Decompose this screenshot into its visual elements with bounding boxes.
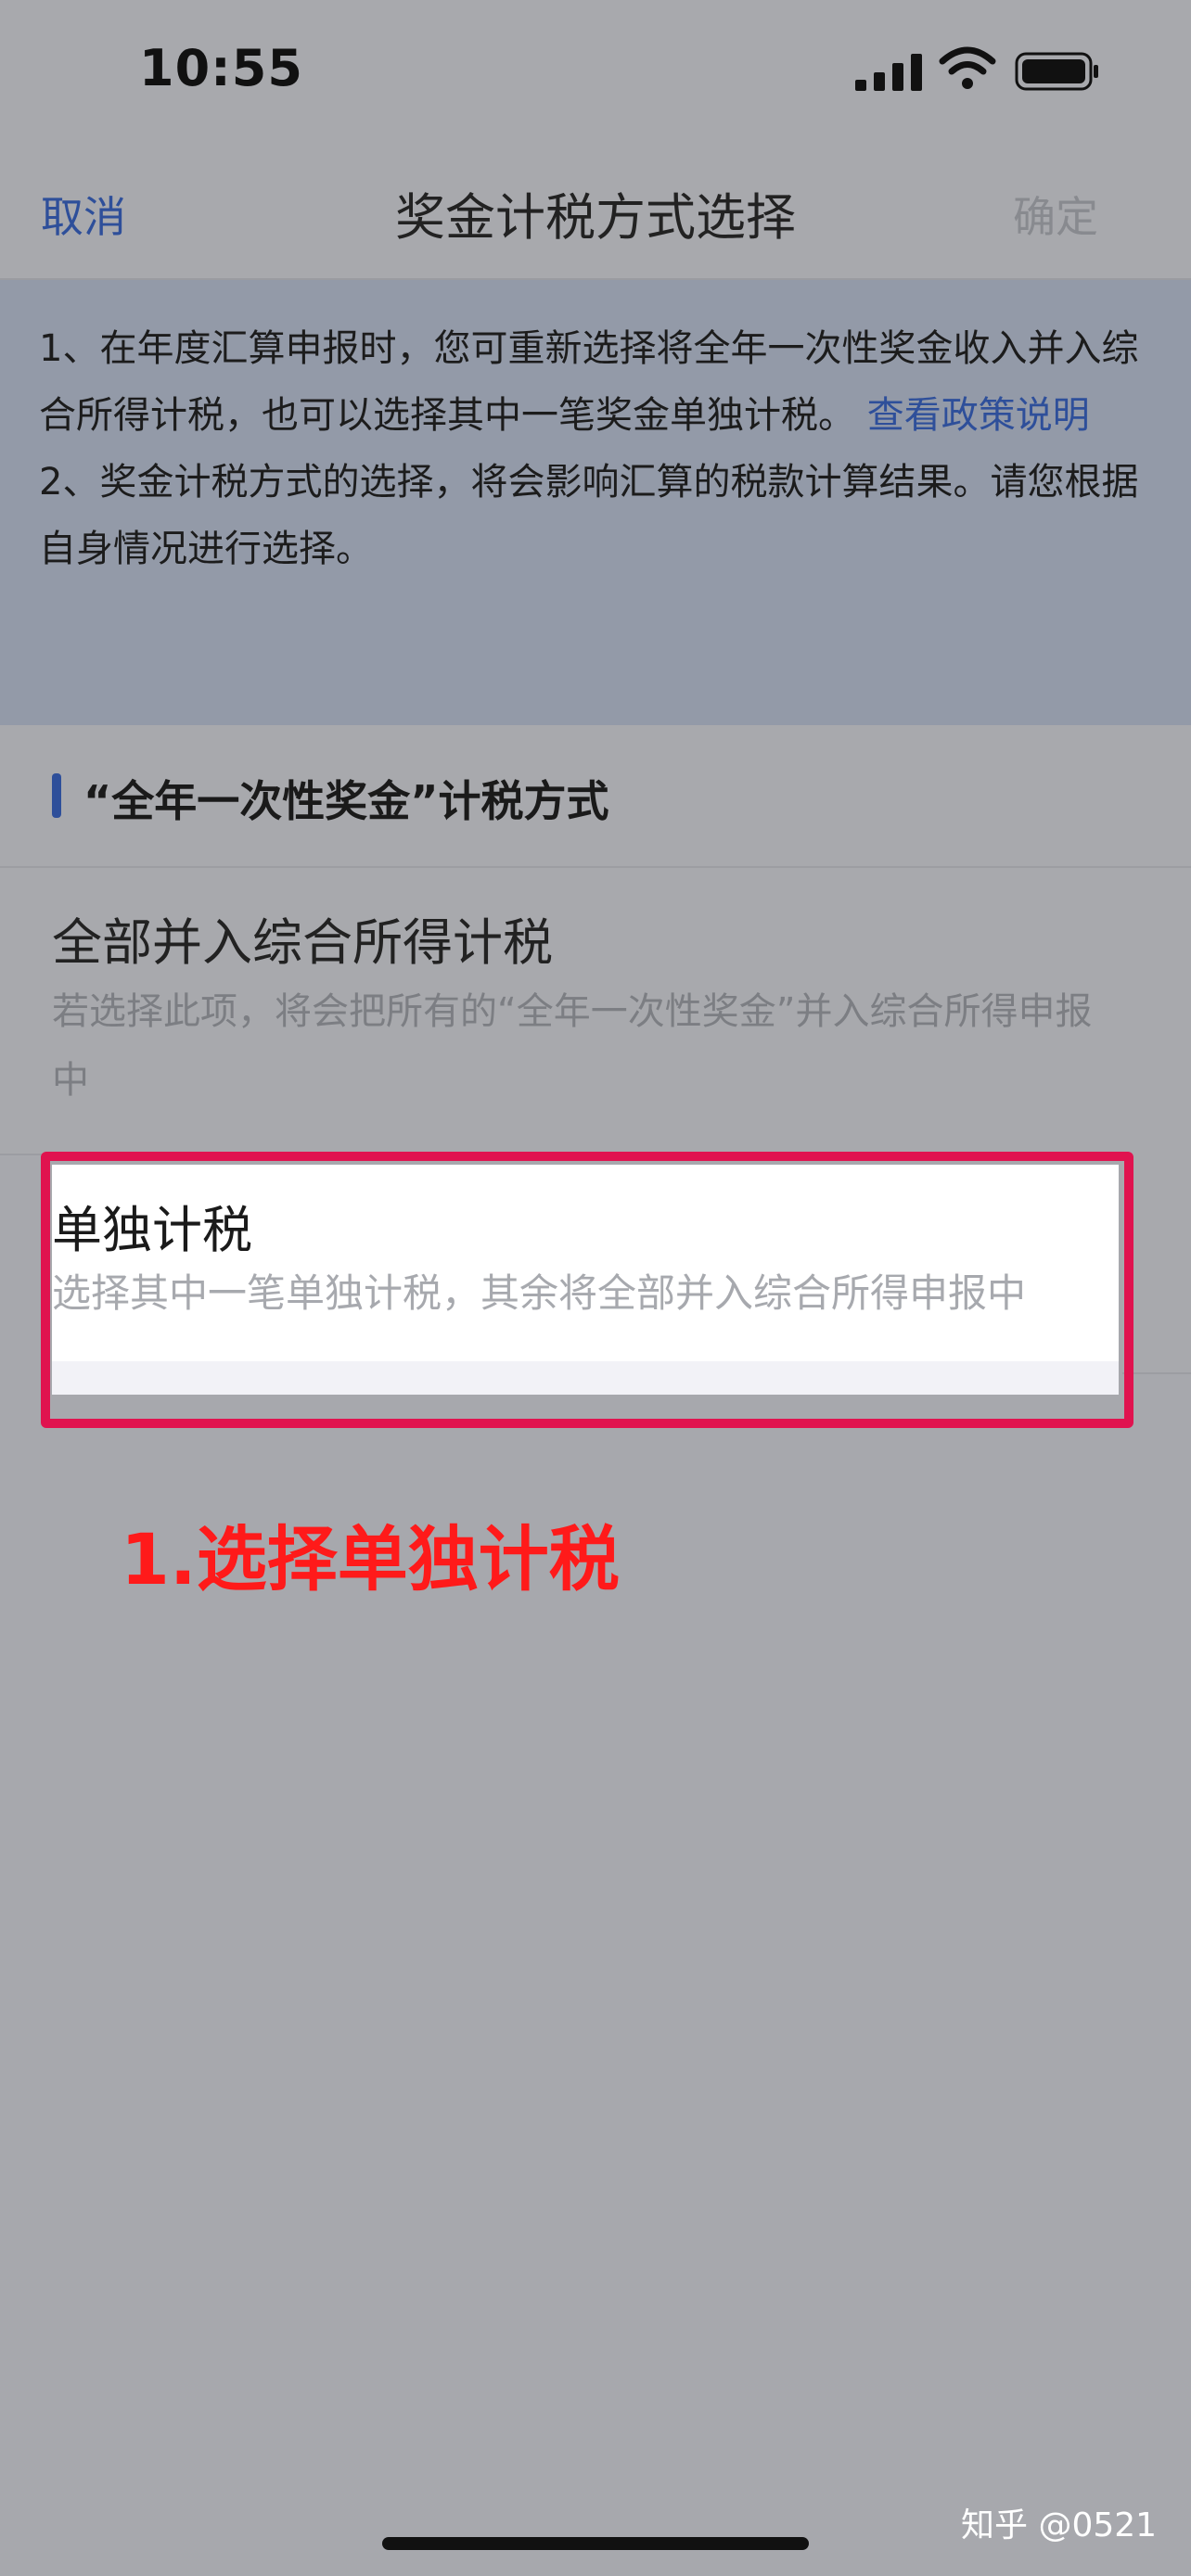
wifi-icon: [939, 46, 996, 89]
section-accent-bar: [52, 773, 61, 818]
watermark: 知乎 @0521: [961, 2506, 1158, 2544]
highlight-box: [41, 1152, 1133, 1428]
confirm-button[interactable]: 确定: [1013, 184, 1098, 245]
policy-link[interactable]: 查看政策说明: [867, 394, 1090, 437]
battery-icon: [1015, 52, 1098, 91]
option-combined-tax[interactable]: 全部并入综合所得计税 若选择此项，将会把所有的“全年一次性奖金”并入综合所得申报…: [0, 868, 1191, 1155]
option-description: 若选择此项，将会把所有的“全年一次性奖金”并入综合所得申报中: [52, 990, 1093, 1102]
status-time: 10:55: [139, 39, 303, 97]
annotation-label: 1.选择单独计税: [121, 1518, 620, 1600]
option-title: 全部并入综合所得计税: [52, 913, 553, 972]
home-indicator[interactable]: [382, 2537, 809, 2550]
notice-panel: 1、在年度汇算申报时，您可重新选择将全年一次性奖金收入并入综合所得计税，也可以选…: [0, 280, 1191, 725]
cellular-signal-icon: [855, 52, 924, 91]
section-title: “全年一次性奖金”计税方式: [83, 776, 609, 826]
notice-text: 1、在年度汇算申报时，您可重新选择将全年一次性奖金收入并入综合所得计税，也可以选…: [39, 315, 1152, 582]
notice-line-2: 2、奖金计税方式的选择，将会影响汇算的税款计算结果。请您根据自身情况进行选择。: [39, 461, 1139, 570]
nav-bar: 取消 奖金计税方式选择 确定: [0, 148, 1191, 280]
section-header: “全年一次性奖金”计税方式: [0, 725, 1191, 868]
status-bar: 10:55: [0, 0, 1191, 148]
